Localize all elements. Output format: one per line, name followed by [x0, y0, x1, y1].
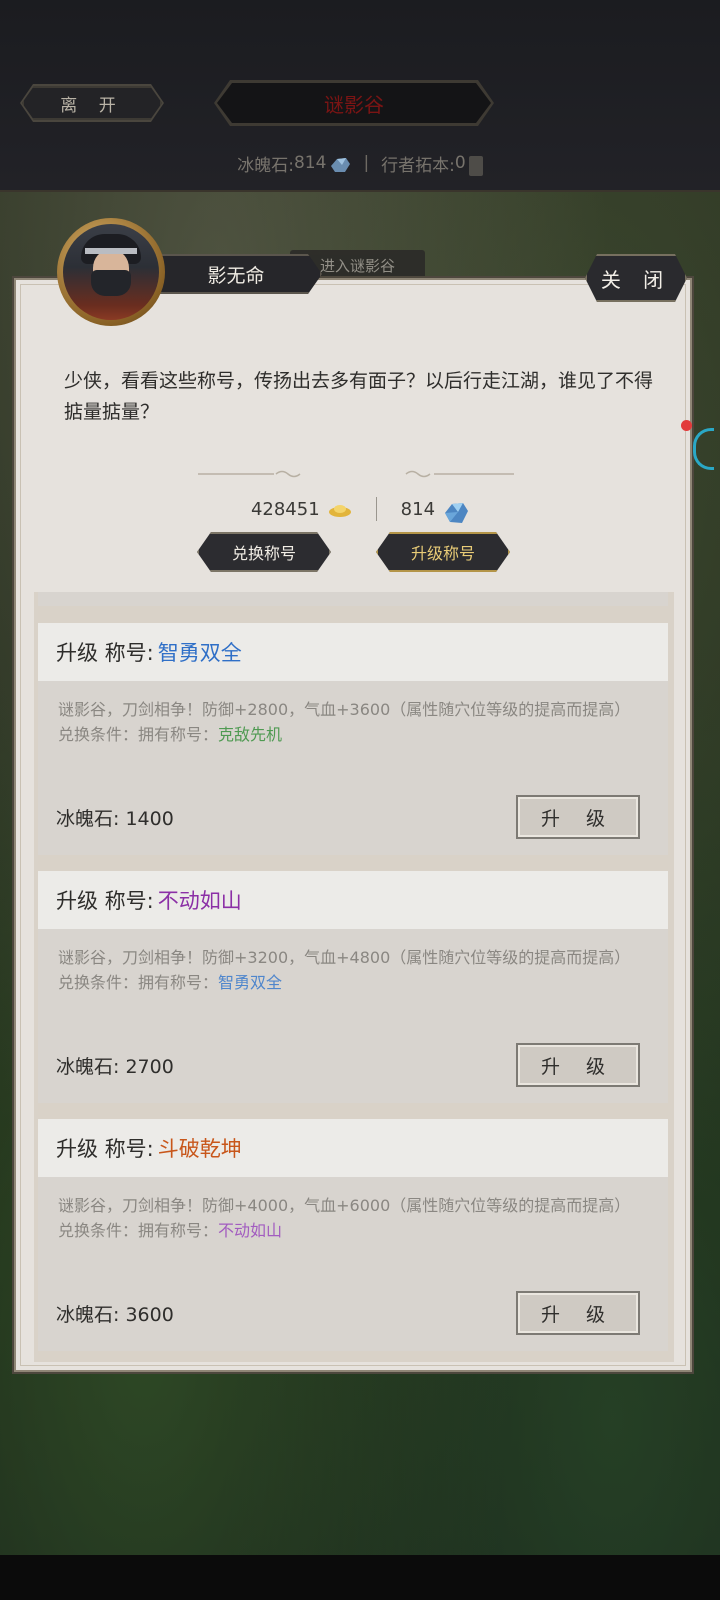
tab-upgrade-title[interactable]: 升级称号 — [376, 532, 510, 572]
condition-label: 兑换条件：拥有称号： — [58, 1221, 219, 1240]
ice-stone-label: 冰魄石: — [237, 155, 294, 176]
header-resources: 冰魄石: 814 | 行者拓本: 0 — [0, 148, 720, 178]
ice-stone-amount: 814 — [400, 498, 436, 520]
title-prefix: 升级 称号: — [56, 889, 154, 913]
title-condition: 兑换条件：拥有称号：智勇双全 — [38, 970, 668, 995]
resource-separator: | — [363, 153, 370, 173]
close-button[interactable]: 关 闭 — [585, 254, 687, 302]
ice-stone-icon — [445, 503, 469, 523]
condition-title: 不动如山 — [218, 1221, 283, 1240]
condition-label: 兑换条件：拥有称号： — [58, 973, 219, 992]
ice-stone-icon — [331, 158, 351, 172]
title-name: 智勇双全 — [157, 641, 242, 665]
title-condition: 兑换条件：拥有称号：不动如山 — [38, 1218, 668, 1243]
title-card: 升级 称号: 不动如山 谜影谷，刀剑相争！防御+3200，气血+4800（属性随… — [38, 871, 668, 1103]
title-description: 谜影谷，刀剑相争！防御+4000，气血+6000（属性随穴位等级的提高而提高） — [58, 1196, 631, 1215]
upgrade-button[interactable]: 升 级 — [516, 1291, 640, 1335]
title-cost: 冰魄石: 1400 — [56, 808, 174, 830]
title-prefix: 升级 称号: — [56, 641, 154, 665]
upgrade-button[interactable]: 升 级 — [516, 1043, 640, 1087]
bottom-system-bar — [0, 1555, 720, 1600]
ice-stone-count: 814 — [293, 153, 327, 173]
npc-dialog: 少侠，看看这些称号，传扬出去多有面子？以后行走江湖，谁见了不得掂量掂量？ — [64, 370, 654, 423]
condition-title: 智勇双全 — [218, 973, 283, 992]
previous-card-edge — [38, 592, 668, 606]
title-cost: 冰魄石: 2700 — [56, 1056, 174, 1078]
title-card: 升级 称号: 斗破乾坤 谜影谷，刀剑相争！防御+4000，气血+6000（属性随… — [38, 1119, 668, 1351]
currency-row: 428451 814 — [0, 494, 720, 524]
title-description: 谜影谷，刀剑相争！防御+2800，气血+3600（属性随穴位等级的提高而提高） — [58, 700, 631, 719]
left-ornament — [198, 470, 301, 478]
npc-avatar — [63, 224, 159, 320]
rubbing-label: 行者拓本: — [381, 155, 455, 176]
title-list[interactable]: 升级 称号: 智勇双全 谜影谷，刀剑相争！防御+2800，气血+3600（属性随… — [34, 592, 674, 1362]
tab-exchange-title[interactable]: 兑换称号 — [197, 532, 331, 572]
leave-button[interactable]: 离 开 — [22, 86, 162, 120]
title-card: 升级 称号: 智勇双全 谜影谷，刀剑相争！防御+2800，气血+3600（属性随… — [38, 623, 668, 855]
condition-label: 兑换条件：拥有称号： — [58, 725, 219, 744]
notification-dot — [681, 420, 692, 431]
title-prefix: 升级 称号: — [56, 1137, 154, 1161]
title-card-header: 升级 称号: 不动如山 — [38, 871, 668, 929]
title-name: 斗破乾坤 — [157, 1137, 242, 1161]
gold-amount: 428451 — [250, 498, 320, 520]
gold-ingot-icon — [328, 505, 351, 517]
title-description: 谜影谷，刀剑相争！防御+3200，气血+4800（属性随穴位等级的提高而提高） — [58, 948, 631, 967]
title-name: 不动如山 — [157, 889, 242, 913]
npc-name: 影无命 — [150, 254, 322, 294]
upgrade-button[interactable]: 升 级 — [516, 795, 640, 839]
title-condition: 兑换条件：拥有称号：克敌先机 — [38, 722, 668, 747]
title-cost: 冰魄石: 3600 — [56, 1304, 174, 1326]
title-card-header: 升级 称号: 斗破乾坤 — [38, 1119, 668, 1177]
right-ornament — [405, 470, 514, 478]
title-card-header: 升级 称号: 智勇双全 — [38, 623, 668, 681]
rubbing-count: 0 — [454, 153, 466, 173]
condition-title: 克敌先机 — [218, 725, 283, 744]
currency-divider — [375, 497, 377, 521]
book-icon — [468, 156, 483, 176]
location-title: 谜影谷 — [217, 83, 491, 123]
